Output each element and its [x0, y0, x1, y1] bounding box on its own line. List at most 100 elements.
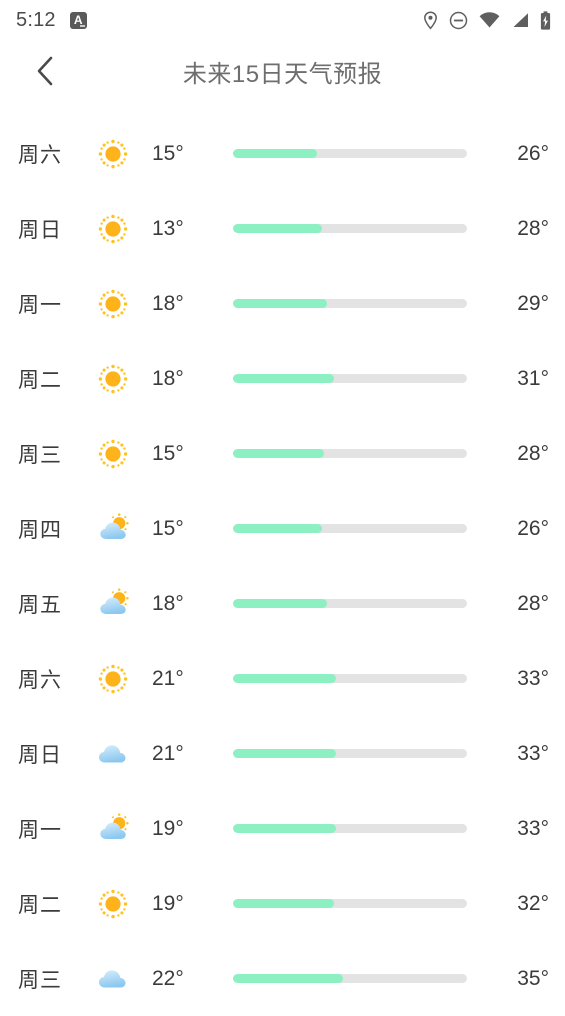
weather-icon — [90, 287, 148, 321]
weather-icon — [90, 662, 148, 696]
battery-charging-icon — [540, 10, 551, 30]
temp-min: 15° — [152, 441, 184, 465]
sun-icon — [98, 889, 128, 918]
page-title: 未来15日天气预报 — [182, 60, 383, 88]
partly-cloudy-icon — [100, 587, 129, 614]
forecast-row[interactable]: 周六 21° 33° — [0, 641, 565, 716]
day-label: 周日 — [18, 218, 62, 242]
do-not-disturb-icon — [449, 11, 468, 29]
temp-min: 19° — [152, 816, 184, 840]
wifi-icon — [479, 12, 500, 28]
temp-max: 35° — [517, 966, 549, 990]
temp-max: 28° — [517, 216, 549, 240]
temp-range-track — [233, 149, 467, 158]
weather-icon — [90, 887, 148, 921]
temp-max: 26° — [517, 516, 549, 540]
temp-min: 21° — [152, 741, 184, 765]
temp-range-track — [233, 299, 467, 308]
temp-range-fill — [233, 899, 334, 908]
status-bar-right — [423, 10, 551, 30]
temp-max: 33° — [517, 816, 549, 840]
chevron-left-icon — [37, 56, 53, 86]
weather-icon — [90, 137, 148, 171]
temp-range-bar — [233, 449, 483, 458]
temp-range-track — [233, 974, 467, 983]
forecast-row[interactable]: 周一 18° 29° — [0, 266, 565, 341]
status-bar-left: 5:12 A — [16, 9, 87, 32]
forecast-row[interactable]: 周四 15° 26° — [0, 491, 565, 566]
sun-icon — [98, 289, 128, 318]
temp-range-bar — [233, 674, 483, 683]
temp-min: 21° — [152, 666, 184, 690]
temp-range-track — [233, 674, 467, 683]
weather-icon — [90, 512, 148, 546]
day-label: 周二 — [18, 368, 62, 392]
forecast-row[interactable]: 周六 15° 26° — [0, 116, 565, 191]
temp-max: 29° — [517, 291, 549, 315]
temp-range-fill — [233, 524, 322, 533]
day-label: 周六 — [18, 143, 62, 167]
temp-range-fill — [233, 824, 336, 833]
weather-icon — [90, 212, 148, 246]
temp-range-track — [233, 374, 467, 383]
day-label: 周四 — [18, 518, 62, 542]
temp-range-bar — [233, 824, 483, 833]
temp-range-track — [233, 449, 467, 458]
temp-range-bar — [233, 149, 483, 158]
forecast-row[interactable]: 周日 21° 33° — [0, 716, 565, 791]
temp-max: 33° — [517, 741, 549, 765]
temp-range-bar — [233, 899, 483, 908]
forecast-row[interactable]: 周三 15° 28° — [0, 416, 565, 491]
forecast-row[interactable]: 周日 13° 28° — [0, 191, 565, 266]
app-notification-icon: A — [69, 11, 87, 29]
weather-icon — [90, 737, 148, 771]
temp-range-bar — [233, 599, 483, 608]
location-pin-icon — [424, 10, 437, 30]
temp-range-track — [233, 599, 467, 608]
day-label: 周三 — [18, 968, 62, 992]
temp-range-fill — [233, 749, 336, 758]
temp-max: 32° — [517, 891, 549, 915]
temp-range-bar — [233, 974, 483, 983]
weather-icon — [90, 437, 148, 471]
sun-icon — [98, 364, 128, 393]
temp-range-bar — [233, 224, 483, 233]
forecast-row[interactable]: 周二 19° 32° — [0, 866, 565, 941]
cloud-icon — [99, 969, 126, 987]
temp-max: 26° — [517, 141, 549, 165]
temp-max: 28° — [517, 591, 549, 615]
back-button[interactable] — [22, 48, 68, 94]
day-label: 周三 — [18, 443, 62, 467]
temp-min: 18° — [152, 591, 184, 615]
day-label: 周一 — [18, 818, 62, 842]
status-bar: 5:12 A — [0, 0, 565, 40]
forecast-row[interactable]: 周五 18° 28° — [0, 566, 565, 641]
temp-range-fill — [233, 374, 334, 383]
status-time: 5:12 — [16, 8, 56, 31]
forecast-list[interactable]: 周六 15° 26° 周日 13° 28° 周一 18° 29° 周二 18° … — [0, 102, 565, 1016]
forecast-row[interactable]: 周三 22° 35° — [0, 941, 565, 1016]
temp-range-fill — [233, 674, 336, 683]
temp-range-track — [233, 524, 467, 533]
temp-range-bar — [233, 749, 483, 758]
temp-max: 33° — [517, 666, 549, 690]
temp-range-bar — [233, 299, 483, 308]
forecast-row[interactable]: 周二 18° 31° — [0, 341, 565, 416]
temp-range-track — [233, 824, 467, 833]
day-label: 周二 — [18, 893, 62, 917]
temp-range-fill — [233, 224, 322, 233]
partly-cloudy-icon — [100, 512, 129, 539]
temp-min: 18° — [152, 291, 184, 315]
forecast-row[interactable]: 周一 19° 33° — [0, 791, 565, 866]
temp-range-fill — [233, 599, 327, 608]
sun-icon — [98, 664, 128, 693]
temp-min: 19° — [152, 891, 184, 915]
partly-cloudy-icon — [100, 812, 129, 839]
day-label: 周一 — [18, 293, 62, 317]
temp-max: 28° — [517, 441, 549, 465]
temp-range-bar — [233, 374, 483, 383]
temp-min: 15° — [152, 516, 184, 540]
page-header: 未来15日天气预报 — [0, 40, 565, 102]
temp-range-fill — [233, 299, 327, 308]
day-label: 周六 — [18, 668, 62, 692]
